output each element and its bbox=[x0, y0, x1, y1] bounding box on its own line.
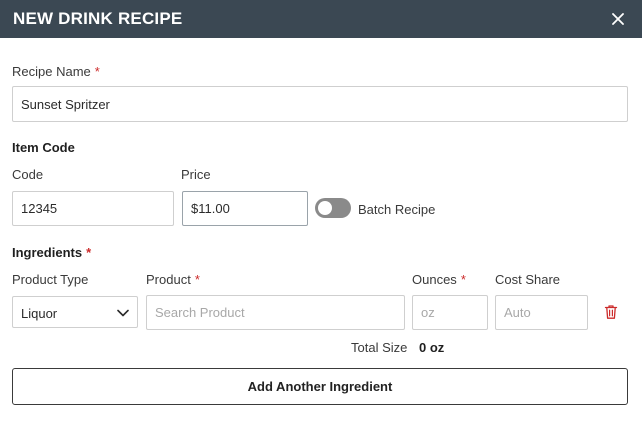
price-input[interactable] bbox=[182, 191, 308, 226]
required-asterisk: * bbox=[86, 245, 92, 260]
ounces-column-label-text: Ounces bbox=[412, 272, 457, 287]
ingredients-heading: Ingredients * bbox=[12, 245, 91, 260]
toggle-knob bbox=[318, 201, 332, 215]
chevron-down-icon bbox=[117, 309, 129, 317]
cost-share-column-label: Cost Share bbox=[495, 272, 561, 287]
recipe-name-label-text: Recipe Name bbox=[12, 64, 91, 79]
price-label: Price bbox=[181, 167, 211, 182]
total-size-label: Total Size bbox=[351, 340, 408, 355]
ounces-input[interactable] bbox=[412, 295, 488, 330]
product-search-input[interactable] bbox=[146, 295, 405, 330]
product-type-column-label: Product Type bbox=[12, 272, 89, 287]
modal-title: New Drink Recipe bbox=[13, 9, 183, 28]
batch-recipe-label: Batch Recipe bbox=[358, 202, 436, 217]
trash-icon[interactable] bbox=[603, 304, 619, 320]
ingredients-heading-text: Ingredients bbox=[12, 245, 83, 260]
total-size-value: 0 oz bbox=[419, 340, 445, 355]
code-input[interactable] bbox=[12, 191, 174, 226]
required-asterisk: * bbox=[94, 64, 100, 79]
product-column-label-text: Product bbox=[146, 272, 191, 287]
add-ingredient-button[interactable]: Add Another Ingredient bbox=[12, 368, 628, 405]
product-type-select[interactable]: Liquor bbox=[12, 296, 138, 328]
batch-recipe-toggle[interactable] bbox=[315, 198, 351, 218]
product-column-label: Product * bbox=[146, 272, 200, 287]
cost-share-input[interactable] bbox=[495, 295, 588, 330]
item-code-heading: Item Code bbox=[12, 140, 75, 155]
recipe-name-input[interactable] bbox=[12, 86, 628, 122]
recipe-name-label: Recipe Name * bbox=[12, 64, 100, 79]
product-type-value: Liquor bbox=[21, 306, 58, 321]
required-asterisk: * bbox=[460, 272, 466, 287]
required-asterisk: * bbox=[194, 272, 200, 287]
close-icon bbox=[612, 13, 624, 25]
ounces-column-label: Ounces * bbox=[412, 272, 466, 287]
modal-header: New Drink Recipe bbox=[0, 0, 642, 38]
code-label: Code bbox=[12, 167, 44, 182]
close-button[interactable] bbox=[608, 9, 628, 29]
